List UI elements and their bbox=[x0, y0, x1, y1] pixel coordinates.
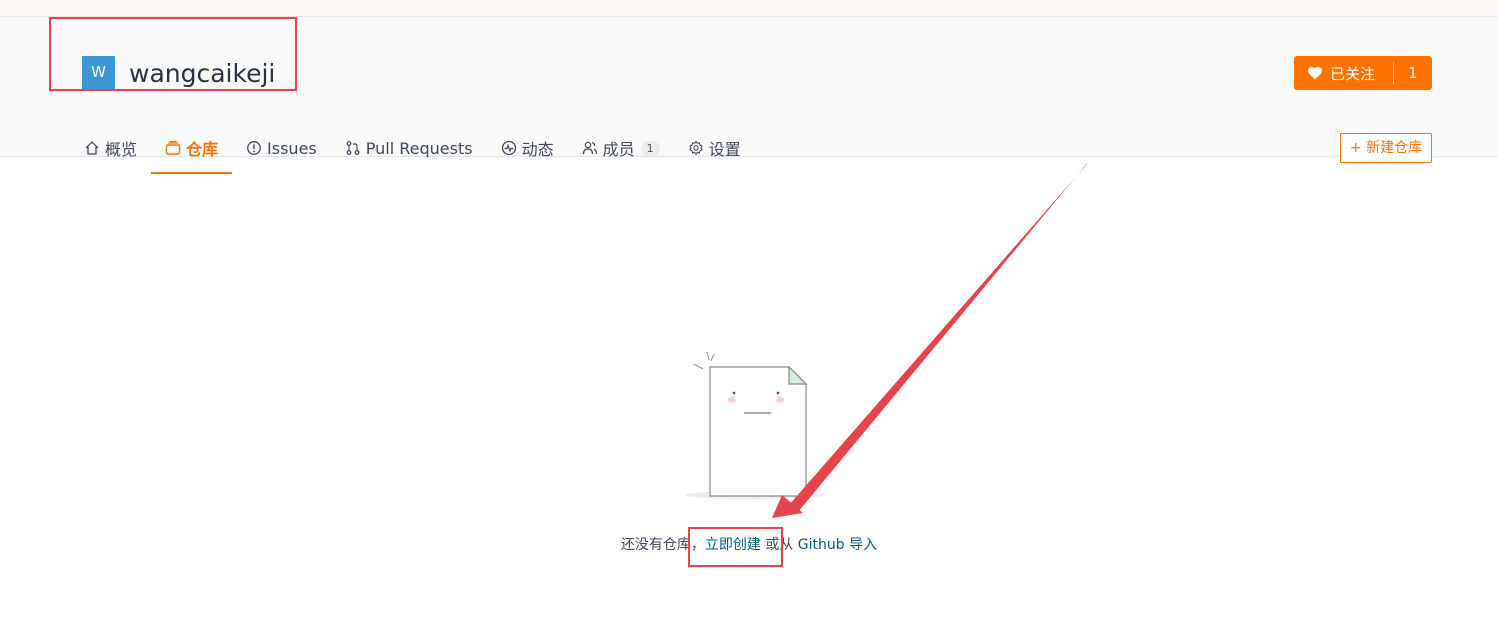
heart-icon bbox=[1308, 66, 1322, 80]
tab-label: 动态 bbox=[521, 140, 554, 159]
follow-label: 已关注 bbox=[1330, 64, 1376, 83]
home-icon bbox=[85, 141, 99, 155]
tab-label: 设置 bbox=[708, 140, 741, 159]
activity-icon bbox=[501, 140, 516, 156]
gear-icon bbox=[688, 140, 703, 156]
repo-icon bbox=[165, 140, 181, 155]
top-notice-strip bbox=[0, 0, 1498, 17]
tab-label: Pull Requests bbox=[365, 138, 473, 158]
empty-document-illustration bbox=[685, 351, 825, 499]
members-icon bbox=[582, 141, 597, 155]
members-count-badge: 1 bbox=[640, 140, 660, 156]
tab-repositories[interactable]: 仓库 bbox=[151, 123, 233, 174]
new-repo-button[interactable]: + 新建仓库 bbox=[1340, 133, 1432, 163]
issue-icon bbox=[247, 141, 261, 155]
pull-request-icon bbox=[346, 141, 360, 155]
follow-button[interactable]: 已关注 1 bbox=[1294, 56, 1432, 90]
tab-pull-requests[interactable]: Pull Requests bbox=[331, 123, 487, 173]
tab-activity[interactable]: 动态 bbox=[487, 123, 568, 173]
tab-label: 概览 bbox=[105, 140, 138, 159]
tab-overview[interactable]: 概览 bbox=[70, 123, 151, 173]
annotation-box-create-link bbox=[688, 527, 783, 567]
follow-divider bbox=[1393, 62, 1395, 84]
tab-label: Issues bbox=[267, 138, 317, 158]
annotation-box-org-name bbox=[49, 17, 297, 91]
github-import-link[interactable]: Github 导入 bbox=[798, 537, 877, 553]
tab-members[interactable]: 成员 1 bbox=[568, 123, 674, 173]
org-nav-tabs: 概览 仓库 Issues Pull Requests 动态 成员 1 设置 bbox=[70, 123, 755, 174]
tab-label: 仓库 bbox=[186, 140, 219, 159]
tab-label: 成员 bbox=[602, 140, 635, 159]
tab-issues[interactable]: Issues bbox=[232, 123, 331, 173]
follower-count: 1 bbox=[1408, 64, 1418, 82]
tab-settings[interactable]: 设置 bbox=[674, 123, 755, 173]
